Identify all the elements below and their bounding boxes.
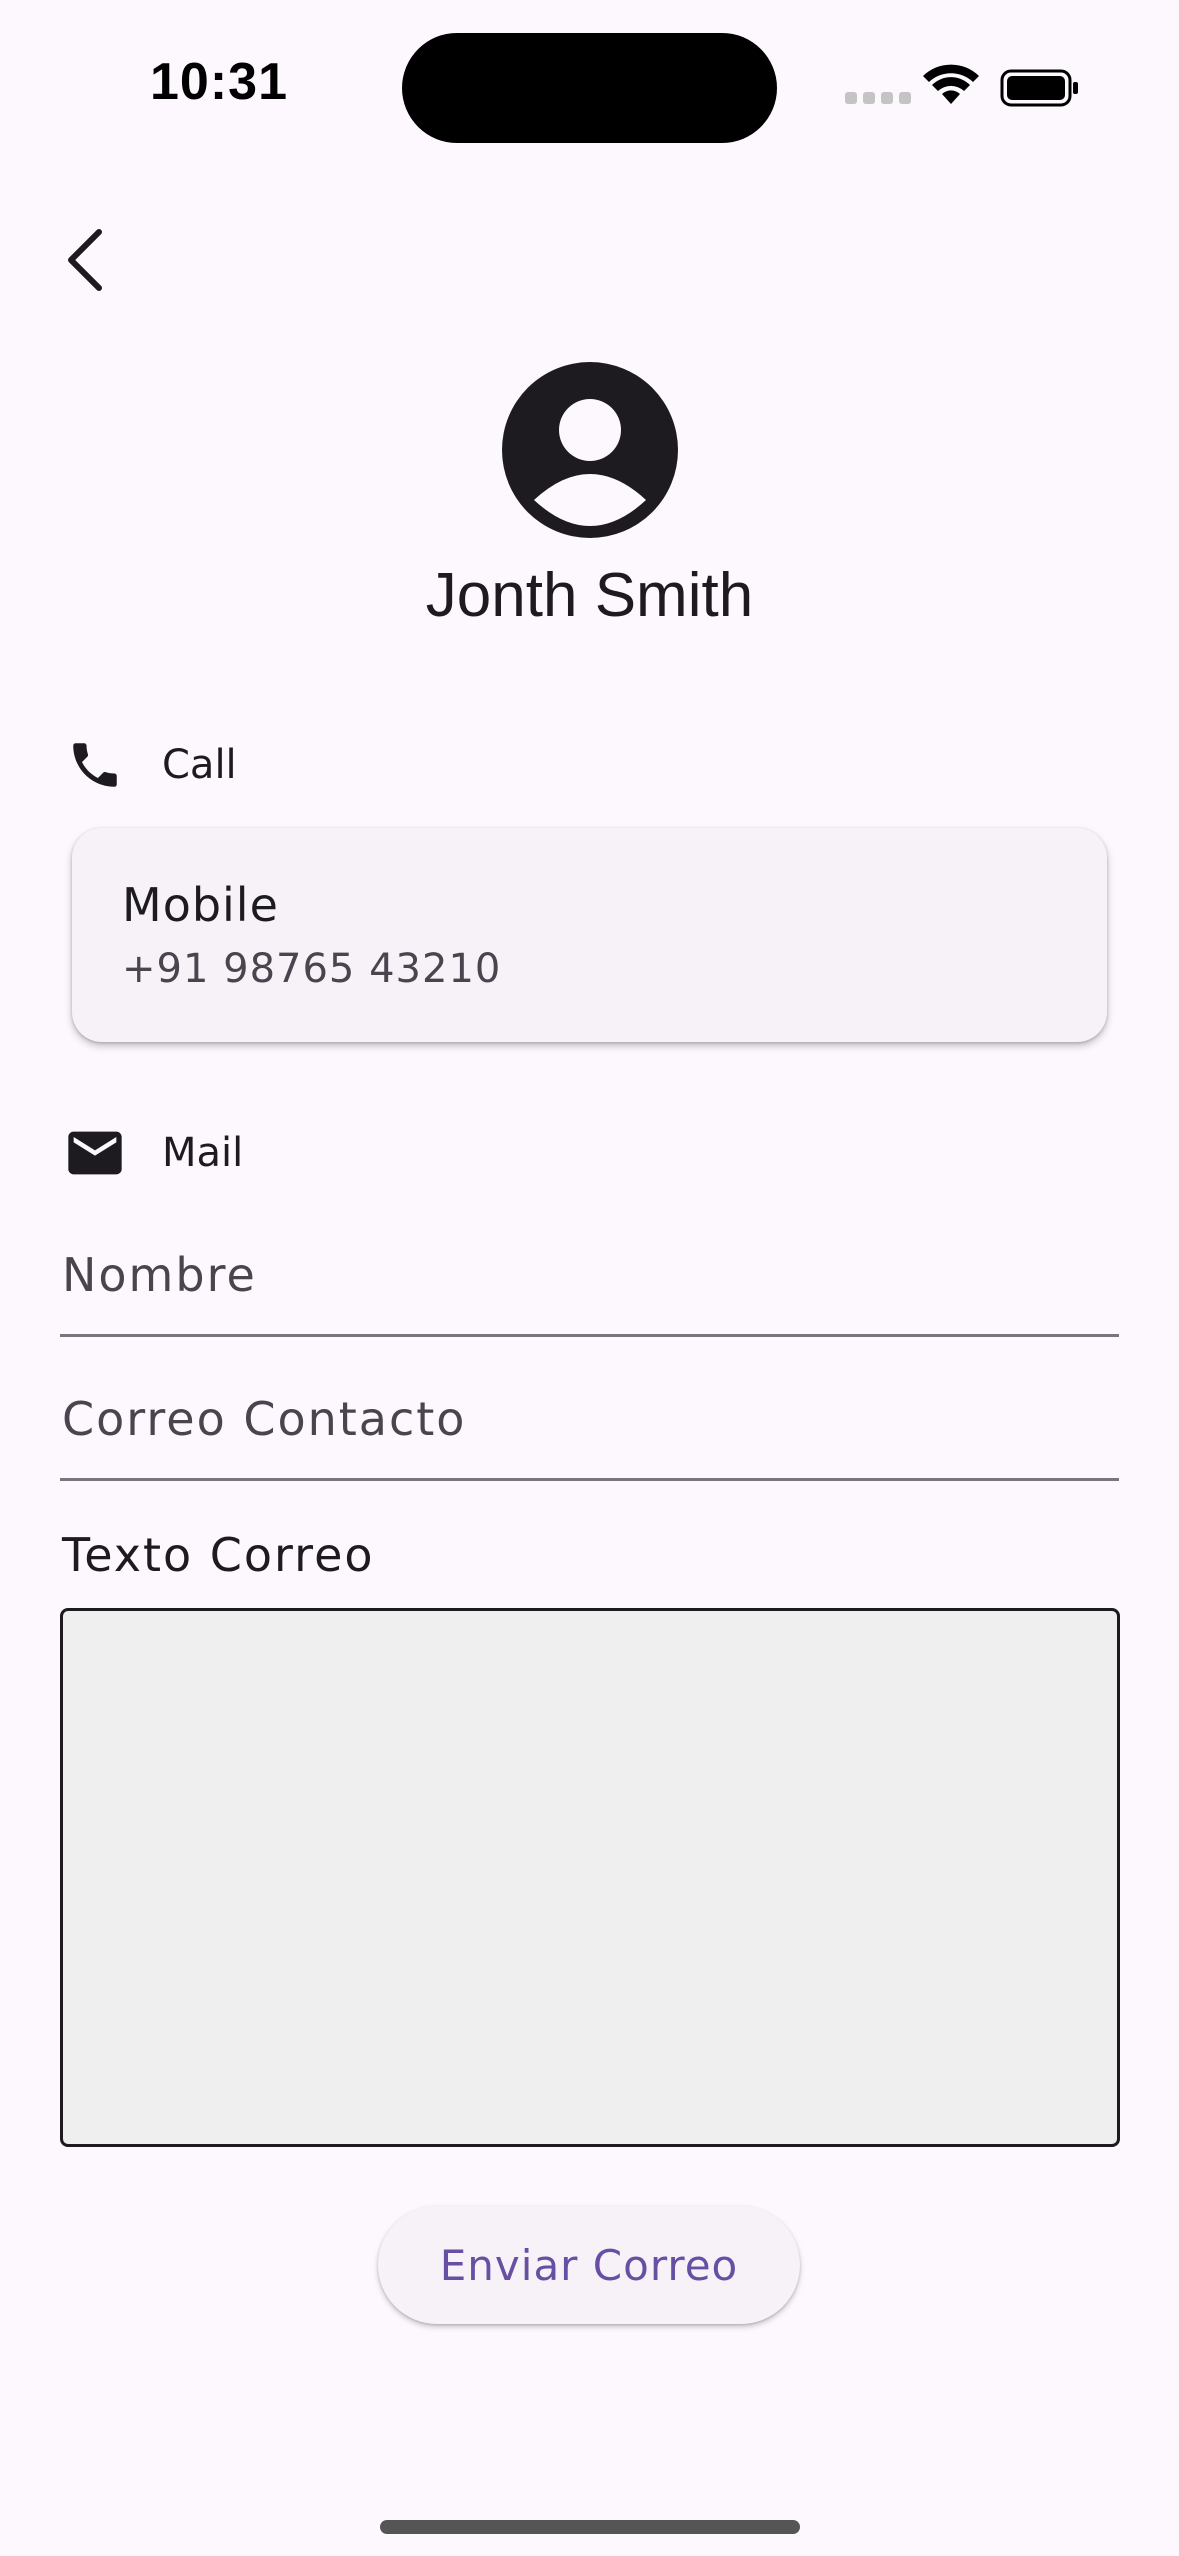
name-field[interactable]: Nombre	[60, 1218, 1119, 1337]
call-section-header: Call	[62, 732, 237, 798]
name-field-placeholder: Nombre	[62, 1248, 257, 1302]
home-indicator[interactable]	[380, 2520, 800, 2534]
call-section-label: Call	[162, 742, 237, 788]
phone-number: +91 98765 43210	[122, 946, 502, 992]
send-email-button[interactable]: Enviar Correo	[378, 2206, 800, 2324]
chevron-left-icon	[68, 229, 102, 291]
status-time: 10:31	[150, 53, 288, 111]
dynamic-island	[402, 33, 777, 143]
contact-email-field[interactable]: Correo Contacto	[60, 1362, 1119, 1481]
mail-section-label: Mail	[162, 1130, 244, 1176]
contact-name: Jonth Smith	[425, 561, 754, 630]
phone-icon	[62, 732, 128, 798]
back-button[interactable]	[50, 220, 120, 300]
email-body-label: Texto Correo	[62, 1528, 375, 1582]
contact-email-placeholder: Correo Contacto	[62, 1392, 467, 1446]
cellular-signal-icon	[845, 92, 911, 104]
phone-number-card[interactable]: Mobile +91 98765 43210	[72, 828, 1107, 1042]
account-circle-icon	[502, 362, 678, 538]
phone-type-label: Mobile	[122, 878, 279, 932]
email-body-textarea[interactable]	[60, 1608, 1120, 2147]
wifi-icon	[923, 64, 979, 104]
battery-icon	[1000, 69, 1078, 107]
mail-icon	[62, 1120, 128, 1186]
mail-section-header: Mail	[62, 1120, 243, 1186]
